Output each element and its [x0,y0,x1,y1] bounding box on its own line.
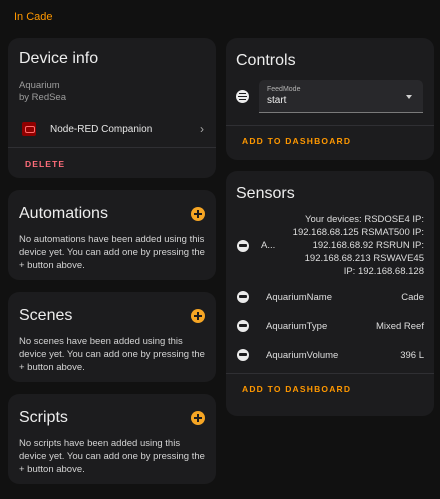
feedmode-select[interactable]: FeedMode start [259,80,423,113]
controls-card: Controls FeedMode start ADD TO DASHBOARD [226,38,434,160]
sensor-name: AquariumType [266,320,328,332]
sensor-name: A... [261,240,276,251]
area-link[interactable]: In Cade [14,11,53,23]
sensor-name: AquariumVolume [266,349,339,361]
add-scene-button[interactable] [191,309,205,323]
scenes-title: Scenes [19,307,73,324]
sensor-row[interactable]: A... Your devices: RSDOSE4 IP: 192.168.6… [236,213,424,278]
feedmode-label: FeedMode [267,86,301,93]
sensor-icon [237,349,249,361]
scripts-title: Scripts [19,409,68,426]
sensors-title: Sensors [236,185,295,202]
sensor-name: AquariumName [266,291,332,303]
sensor-icon [237,320,249,332]
integration-row[interactable]: Node-RED Companion › [8,114,216,144]
node-red-icon [22,122,36,136]
scenes-empty-text: No scenes have been added using this dev… [19,336,205,373]
delete-button[interactable]: DELETE [8,148,216,169]
hamburger-icon [236,90,249,103]
automations-card: Automations No automations have been add… [8,190,216,280]
sensor-value: 396 L [400,349,424,361]
dropdown-arrow-icon [406,95,412,99]
sensor-icon [237,291,249,303]
scripts-card: Scripts No scripts have been added using… [8,394,216,484]
sensor-value: Mixed Reef [375,320,424,332]
controls-add-to-dashboard-button[interactable]: ADD TO DASHBOARD [226,126,434,146]
device-info-card: Device info Aquarium by RedSea Node-RED … [8,38,216,178]
sensor-row[interactable]: AquariumName Cade [236,291,424,303]
device-info-title: Device info [19,50,99,67]
feedmode-value: start [267,95,287,106]
controls-title: Controls [236,52,296,69]
automations-title: Automations [19,205,108,222]
sensors-card: Sensors A... Your devices: RSDOSE4 IP: 1… [226,171,434,416]
sensor-row[interactable]: AquariumVolume 396 L [236,349,424,361]
sensor-value: Cade [401,291,424,303]
scenes-card: Scenes No scenes have been added using t… [8,292,216,382]
sensor-value: Your devices: RSDOSE4 IP: 192.168.68.125… [292,214,424,277]
add-automation-button[interactable] [191,207,205,221]
sensor-row[interactable]: AquariumType Mixed Reef [236,320,424,332]
add-script-button[interactable] [191,411,205,425]
scripts-empty-text: No scripts have been added using this de… [19,438,205,475]
integration-label: Node-RED Companion [50,123,153,135]
device-name: Aquarium [19,80,60,91]
device-manufacturer: by RedSea [19,92,67,103]
automations-empty-text: No automations have been added using thi… [19,234,205,271]
sensors-add-to-dashboard-button[interactable]: ADD TO DASHBOARD [226,374,434,394]
chevron-right-icon: › [200,122,204,136]
sensor-icon [237,239,249,252]
